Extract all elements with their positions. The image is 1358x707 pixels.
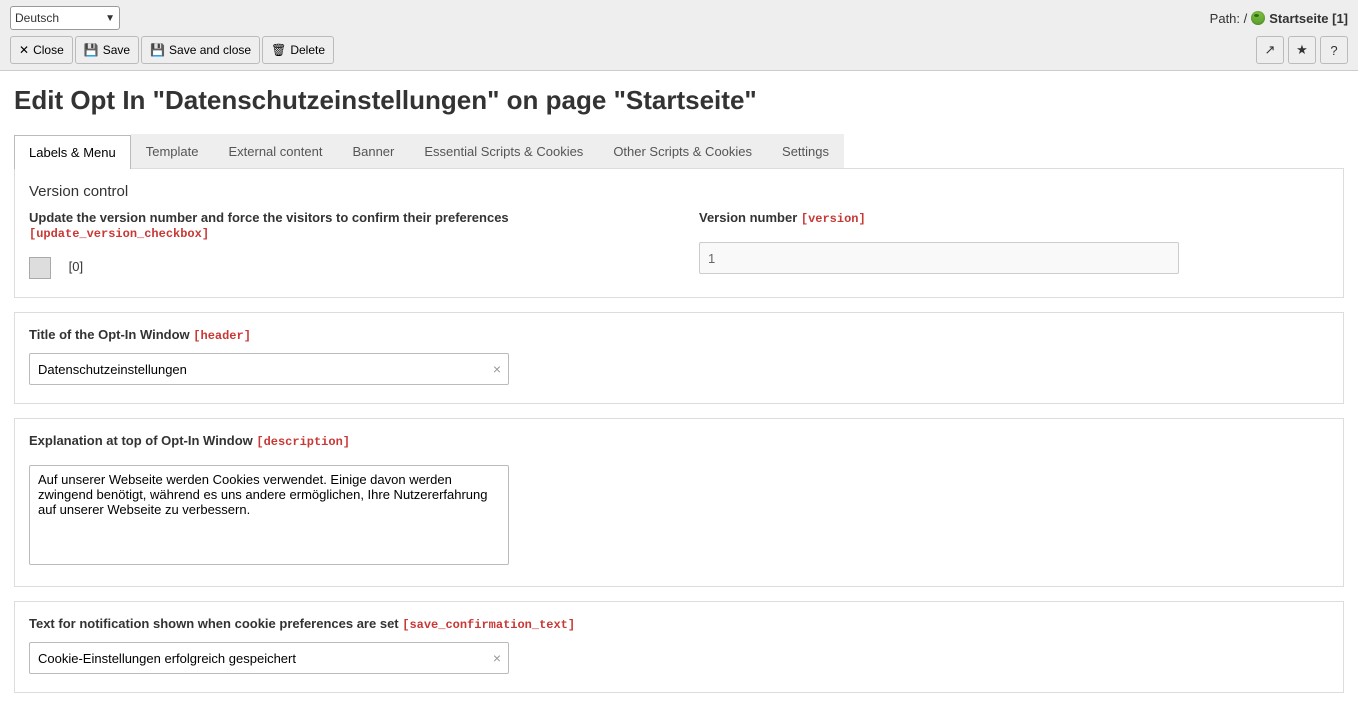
save-button[interactable]: 💾 Save — [75, 36, 139, 64]
save-label: Save — [103, 43, 130, 57]
title-field-tech: [header] — [193, 329, 251, 343]
language-value: Deutsch — [15, 11, 59, 25]
save-icon: 💾 — [84, 43, 99, 57]
delete-label: Delete — [290, 43, 325, 57]
page-title: Edit Opt In "Datenschutzeinstellungen" o… — [14, 85, 1344, 116]
save-conf-label: Text for notification shown when cookie … — [29, 616, 1329, 632]
external-link-icon: ↗ — [1265, 42, 1276, 58]
update-version-checkbox[interactable] — [29, 257, 51, 279]
language-select[interactable]: Deutsch ▼ — [10, 6, 120, 30]
globe-icon — [1251, 11, 1265, 25]
tab-external-content[interactable]: External content — [213, 134, 337, 168]
close-icon: ✕ — [19, 43, 29, 57]
external-link-button[interactable]: ↗ — [1256, 36, 1284, 64]
tab-settings[interactable]: Settings — [767, 134, 844, 168]
close-label: Close — [33, 43, 64, 57]
clear-save-conf-icon[interactable]: × — [493, 650, 501, 666]
save-conf-tech: [save_confirmation_text] — [402, 618, 575, 632]
save-close-label: Save and close — [169, 43, 251, 57]
tab-banner[interactable]: Banner — [337, 134, 409, 168]
path-prefix: Path: / — [1210, 11, 1248, 26]
breadcrumb: Path: / Startseite [1] — [1210, 11, 1348, 26]
checkbox-hint: [0] — [69, 259, 83, 274]
version-number-label: Version number [version] — [699, 210, 1329, 226]
update-version-tech: [update_version_checkbox] — [29, 227, 209, 241]
help-button[interactable]: ? — [1320, 36, 1348, 64]
description-field-tech: [description] — [256, 435, 350, 449]
title-input[interactable] — [29, 353, 509, 385]
title-field-label: Title of the Opt-In Window [header] — [29, 327, 1329, 343]
tab-labels-menu[interactable]: Labels & Menu — [14, 135, 131, 169]
version-number-tech: [version] — [801, 212, 866, 226]
tab-template[interactable]: Template — [131, 134, 214, 168]
close-button[interactable]: ✕ Close — [10, 36, 73, 64]
tab-essential-scripts[interactable]: Essential Scripts & Cookies — [409, 134, 598, 168]
chevron-down-icon: ▼ — [105, 13, 115, 24]
section-version-control: Version control — [29, 183, 1329, 200]
update-version-label: Update the version number and force the … — [29, 210, 659, 241]
breadcrumb-current[interactable]: Startseite [1] — [1269, 11, 1348, 26]
save-close-icon: 💾 — [150, 43, 165, 57]
favorite-button[interactable]: ★ — [1288, 36, 1316, 64]
star-icon: ★ — [1296, 42, 1308, 58]
version-number-input[interactable] — [699, 242, 1179, 274]
description-textarea[interactable] — [29, 465, 509, 565]
save-close-button[interactable]: 💾 Save and close — [141, 36, 260, 64]
clear-title-icon[interactable]: × — [493, 361, 501, 377]
save-conf-input[interactable] — [29, 642, 509, 674]
description-field-label: Explanation at top of Opt-In Window [des… — [29, 433, 1329, 449]
tab-other-scripts[interactable]: Other Scripts & Cookies — [598, 134, 767, 168]
trash-icon: 🗑 — [271, 43, 286, 57]
delete-button[interactable]: 🗑 Delete — [262, 36, 334, 64]
help-icon: ? — [1330, 43, 1337, 58]
